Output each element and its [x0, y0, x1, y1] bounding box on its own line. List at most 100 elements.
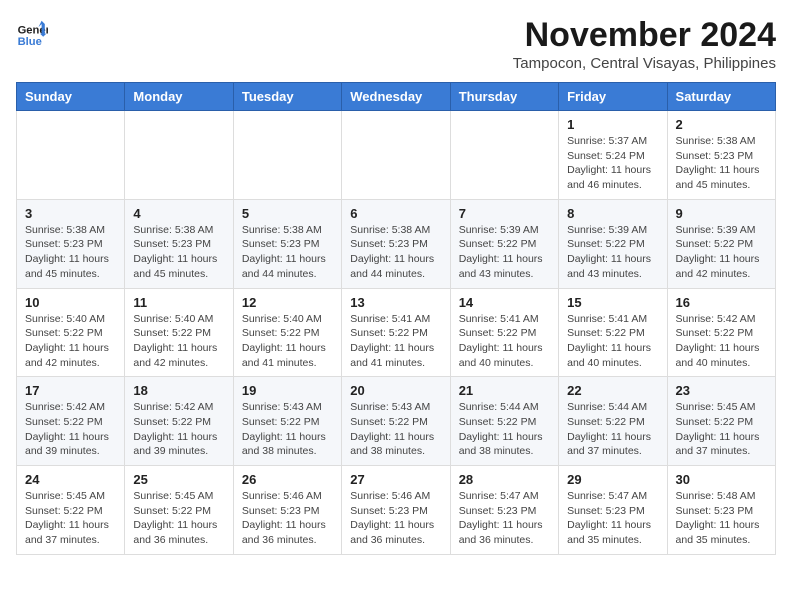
day-info: Sunrise: 5:39 AMSunset: 5:22 PMDaylight:…	[676, 223, 767, 282]
weekday-header-saturday: Saturday	[667, 83, 775, 111]
weekday-header-monday: Monday	[125, 83, 233, 111]
logo: General Blue	[16, 16, 48, 48]
day-info: Sunrise: 5:45 AMSunset: 5:22 PMDaylight:…	[676, 400, 767, 459]
calendar-cell: 10Sunrise: 5:40 AMSunset: 5:22 PMDayligh…	[17, 288, 125, 377]
calendar-cell: 6Sunrise: 5:38 AMSunset: 5:23 PMDaylight…	[342, 199, 450, 288]
day-number: 13	[350, 295, 441, 310]
calendar-cell	[450, 111, 558, 200]
day-info: Sunrise: 5:45 AMSunset: 5:22 PMDaylight:…	[25, 489, 116, 548]
day-info: Sunrise: 5:47 AMSunset: 5:23 PMDaylight:…	[459, 489, 550, 548]
day-info: Sunrise: 5:42 AMSunset: 5:22 PMDaylight:…	[25, 400, 116, 459]
day-number: 4	[133, 206, 224, 221]
calendar-cell: 13 Sunrise: 5:41 AMSunset: 5:22 PMDayligh…	[342, 288, 450, 377]
day-number: 2	[676, 117, 767, 132]
month-title: November 2024	[513, 16, 776, 55]
calendar-cell: 17 Sunrise: 5:42 AMSunset: 5:22 PMDayligh…	[17, 377, 125, 466]
logo-icon: General Blue	[16, 16, 48, 48]
day-info: Sunrise: 5:39 AMSunset: 5:22 PMDaylight:…	[567, 223, 658, 282]
day-number: 26	[242, 472, 333, 487]
week-row-5: 24 Sunrise: 5:45 AMSunset: 5:22 PMDayligh…	[17, 466, 776, 555]
page-header: General Blue November 2024 Tampocon, Cen…	[16, 16, 776, 72]
calendar-cell: 29 Sunrise: 5:47 AMSunset: 5:23 PMDayligh…	[559, 466, 667, 555]
calendar-cell: 20Sunrise: 5:43 AMSunset: 5:22 PMDayligh…	[342, 377, 450, 466]
day-info: Sunrise: 5:48 AMSunset: 5:23 PMDaylight:…	[676, 489, 767, 548]
calendar-cell: 18 Sunrise: 5:42 AMSunset: 5:22 PMDayligh…	[125, 377, 233, 466]
day-number: 3	[25, 206, 116, 221]
weekday-header-tuesday: Tuesday	[233, 83, 341, 111]
day-info: Sunrise: 5:42 AMSunset: 5:22 PMDaylight:…	[133, 400, 224, 459]
day-number: 18	[133, 383, 224, 398]
day-number: 5	[242, 206, 333, 221]
day-number: 1	[567, 117, 658, 132]
day-info: Sunrise: 5:42 AMSunset: 5:22 PMDaylight:…	[676, 312, 767, 371]
day-info: Sunrise: 5:41 AMSunset: 5:22 PMDaylight:…	[567, 312, 658, 371]
day-number: 14	[459, 295, 550, 310]
day-info: Sunrise: 5:38 AMSunset: 5:23 PMDaylight:…	[133, 223, 224, 282]
calendar-cell: 12 Sunrise: 5:40 AMSunset: 5:22 PMDayligh…	[233, 288, 341, 377]
week-row-1: 1 Sunrise: 5:37 AMSunset: 5:24 PMDaylight…	[17, 111, 776, 200]
day-info: Sunrise: 5:47 AMSunset: 5:23 PMDaylight:…	[567, 489, 658, 548]
day-number: 20	[350, 383, 441, 398]
day-number: 30	[676, 472, 767, 487]
weekday-header-thursday: Thursday	[450, 83, 558, 111]
day-number: 10	[25, 295, 116, 310]
calendar-cell: 16 Sunrise: 5:42 AMSunset: 5:22 PMDayligh…	[667, 288, 775, 377]
title-area: November 2024 Tampocon, Central Visayas,…	[513, 16, 776, 72]
day-number: 24	[25, 472, 116, 487]
calendar-cell: 30 Sunrise: 5:48 AMSunset: 5:23 PMDayligh…	[667, 466, 775, 555]
day-number: 17	[25, 383, 116, 398]
day-info: Sunrise: 5:41 AMSunset: 5:22 PMDaylight:…	[459, 312, 550, 371]
day-info: Sunrise: 5:41 AMSunset: 5:22 PMDaylight:…	[350, 312, 441, 371]
day-number: 8	[567, 206, 658, 221]
day-number: 22	[567, 383, 658, 398]
day-info: Sunrise: 5:38 AMSunset: 5:23 PMDaylight:…	[676, 134, 767, 193]
day-info: Sunrise: 5:38 AMSunset: 5:23 PMDaylight:…	[242, 223, 333, 282]
day-info: Sunrise: 5:37 AMSunset: 5:24 PMDaylight:…	[567, 134, 658, 193]
day-number: 12	[242, 295, 333, 310]
day-number: 19	[242, 383, 333, 398]
calendar-cell: 4 Sunrise: 5:38 AMSunset: 5:23 PMDaylight…	[125, 199, 233, 288]
weekday-header-sunday: Sunday	[17, 83, 125, 111]
calendar-cell: 24 Sunrise: 5:45 AMSunset: 5:22 PMDayligh…	[17, 466, 125, 555]
calendar-cell: 1 Sunrise: 5:37 AMSunset: 5:24 PMDaylight…	[559, 111, 667, 200]
calendar-cell: 8 Sunrise: 5:39 AMSunset: 5:22 PMDaylight…	[559, 199, 667, 288]
calendar-cell	[342, 111, 450, 200]
day-number: 16	[676, 295, 767, 310]
week-row-4: 17 Sunrise: 5:42 AMSunset: 5:22 PMDayligh…	[17, 377, 776, 466]
week-row-2: 3 Sunrise: 5:38 AMSunset: 5:23 PMDaylight…	[17, 199, 776, 288]
day-info: Sunrise: 5:46 AMSunset: 5:23 PMDaylight:…	[242, 489, 333, 548]
calendar-cell: 14 Sunrise: 5:41 AMSunset: 5:22 PMDayligh…	[450, 288, 558, 377]
calendar-cell: 21 Sunrise: 5:44 AMSunset: 5:22 PMDayligh…	[450, 377, 558, 466]
day-number: 27	[350, 472, 441, 487]
calendar-table: SundayMondayTuesdayWednesdayThursdayFrid…	[16, 82, 776, 555]
svg-text:Blue: Blue	[18, 36, 42, 48]
calendar-cell: 5 Sunrise: 5:38 AMSunset: 5:23 PMDaylight…	[233, 199, 341, 288]
calendar-cell: 2 Sunrise: 5:38 AMSunset: 5:23 PMDaylight…	[667, 111, 775, 200]
day-info: Sunrise: 5:44 AMSunset: 5:22 PMDaylight:…	[459, 400, 550, 459]
calendar-cell: 23 Sunrise: 5:45 AMSunset: 5:22 PMDayligh…	[667, 377, 775, 466]
day-number: 23	[676, 383, 767, 398]
day-number: 28	[459, 472, 550, 487]
day-number: 25	[133, 472, 224, 487]
day-info: Sunrise: 5:46 AMSunset: 5:23 PMDaylight:…	[350, 489, 441, 548]
calendar-cell	[233, 111, 341, 200]
calendar-cell	[17, 111, 125, 200]
day-number: 9	[676, 206, 767, 221]
calendar-cell: 22Sunrise: 5:44 AMSunset: 5:22 PMDayligh…	[559, 377, 667, 466]
location-subtitle: Tampocon, Central Visayas, Philippines	[513, 55, 776, 72]
calendar-cell: 7Sunrise: 5:39 AMSunset: 5:22 PMDaylight…	[450, 199, 558, 288]
day-number: 21	[459, 383, 550, 398]
day-number: 6	[350, 206, 441, 221]
day-info: Sunrise: 5:38 AMSunset: 5:23 PMDaylight:…	[25, 223, 116, 282]
day-info: Sunrise: 5:45 AMSunset: 5:22 PMDaylight:…	[133, 489, 224, 548]
calendar-cell: 3 Sunrise: 5:38 AMSunset: 5:23 PMDaylight…	[17, 199, 125, 288]
calendar-cell: 25 Sunrise: 5:45 AMSunset: 5:22 PMDayligh…	[125, 466, 233, 555]
day-number: 29	[567, 472, 658, 487]
week-row-3: 10 Sunrise: 5:40 AMSunset: 5:22 PMDayligh…	[17, 288, 776, 377]
calendar-cell: 15Sunrise: 5:41 AMSunset: 5:22 PMDayligh…	[559, 288, 667, 377]
day-info: Sunrise: 5:39 AMSunset: 5:22 PMDaylight:…	[459, 223, 550, 282]
day-info: Sunrise: 5:40 AMSunset: 5:22 PMDaylight:…	[133, 312, 224, 371]
calendar-cell: 19Sunrise: 5:43 AMSunset: 5:22 PMDayligh…	[233, 377, 341, 466]
calendar-cell: 26 Sunrise: 5:46 AMSunset: 5:23 PMDayligh…	[233, 466, 341, 555]
day-info: Sunrise: 5:40 AMSunset: 5:22 PMDaylight:…	[242, 312, 333, 371]
